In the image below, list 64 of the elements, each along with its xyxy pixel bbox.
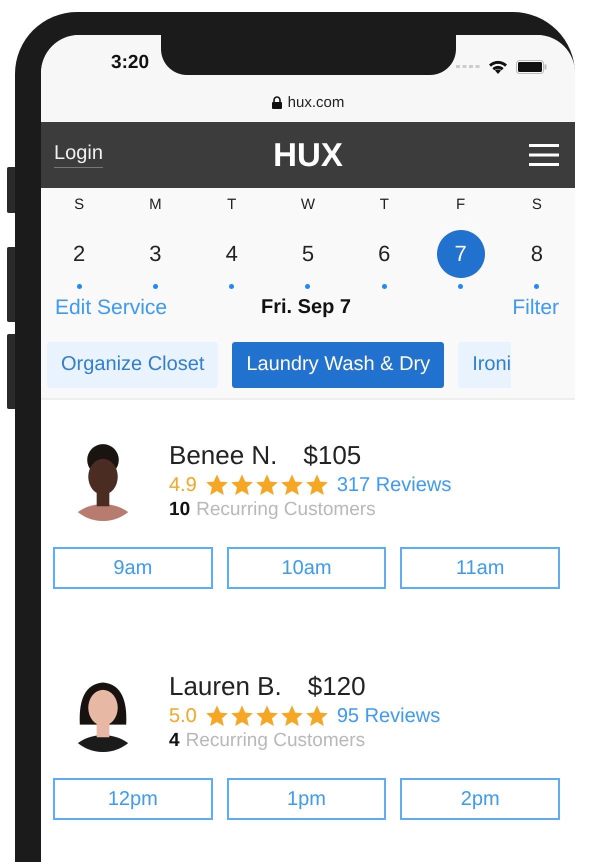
battery-icon xyxy=(516,60,547,74)
time-slot-button[interactable]: 1pm xyxy=(226,778,386,820)
signal-icon xyxy=(456,64,480,69)
provider-price: $105 xyxy=(303,440,362,471)
provider-price: $120 xyxy=(308,671,366,702)
star-icon xyxy=(304,704,329,728)
login-link[interactable]: Login xyxy=(54,142,103,168)
service-chip[interactable]: Organize Closet xyxy=(47,342,218,388)
provider-name: Lauren B. xyxy=(169,671,282,702)
selected-date: Fri. Sep 7 xyxy=(261,296,352,320)
star-icon xyxy=(204,473,229,497)
time-slot-button[interactable]: 11am xyxy=(400,547,560,589)
star-icon xyxy=(254,473,279,497)
calendar-date[interactable]: 4 xyxy=(208,230,256,278)
star-icon xyxy=(304,473,329,497)
star-icon xyxy=(280,704,304,728)
recurring-label: Recurring Customers xyxy=(196,499,376,521)
weekday-label: S xyxy=(73,196,86,215)
weekday-label: T xyxy=(378,196,390,215)
recurring-count: 4 xyxy=(169,730,180,752)
wifi-icon xyxy=(488,59,508,74)
edit-service-link[interactable]: Edit Service xyxy=(55,296,168,320)
event-dot xyxy=(382,284,387,289)
weekday-label: T xyxy=(226,196,238,215)
calendar-date[interactable]: 3 xyxy=(131,230,180,278)
calendar-date[interactable]: 2 xyxy=(55,230,104,278)
event-dot xyxy=(229,284,234,289)
logo: HUX xyxy=(273,136,343,174)
service-chip[interactable]: Ironi xyxy=(458,342,512,388)
star-icon xyxy=(204,704,229,728)
star-icon xyxy=(230,704,254,728)
star-icon xyxy=(280,473,304,497)
time-slot-button[interactable]: 10am xyxy=(226,547,386,589)
weekday-label: W xyxy=(300,196,316,215)
status-time: 3:20 xyxy=(111,52,150,74)
calendar-date[interactable]: 6 xyxy=(360,230,408,278)
weekday-label: M xyxy=(148,196,163,215)
time-slot-button[interactable]: 2pm xyxy=(400,778,560,820)
provider-name: Benee N. xyxy=(169,440,278,471)
recurring-label: Recurring Customers xyxy=(186,730,366,752)
calendar-date[interactable]: 5 xyxy=(284,230,332,278)
service-chip[interactable]: Laundry Wash & Dry xyxy=(232,342,444,388)
event-dot xyxy=(152,284,158,289)
calendar-date[interactable]: 8 xyxy=(512,230,561,278)
weekday-label: F xyxy=(454,196,466,215)
weekday-label: S xyxy=(530,196,543,215)
event-dot xyxy=(305,284,310,289)
event-dot xyxy=(534,284,540,289)
event-dot xyxy=(76,284,82,289)
star-icon xyxy=(254,704,279,728)
reviews-link[interactable]: 95 Reviews xyxy=(336,704,440,728)
address-url[interactable]: hux.com xyxy=(288,94,344,111)
event-dot xyxy=(458,284,464,289)
time-slot-button[interactable]: 12pm xyxy=(53,778,213,820)
rating-value: 5.0 xyxy=(169,704,197,728)
time-slot-button[interactable]: 9am xyxy=(53,547,213,589)
lock-icon xyxy=(272,96,282,109)
reviews-link[interactable]: 317 Reviews xyxy=(336,474,452,496)
recurring-count: 10 xyxy=(169,499,190,521)
star-icon xyxy=(230,473,254,497)
calendar-date[interactable]: 7 xyxy=(436,230,485,278)
filter-link[interactable]: Filter xyxy=(512,296,559,320)
rating-value: 4.9 xyxy=(169,474,197,496)
menu-icon[interactable] xyxy=(529,144,559,166)
